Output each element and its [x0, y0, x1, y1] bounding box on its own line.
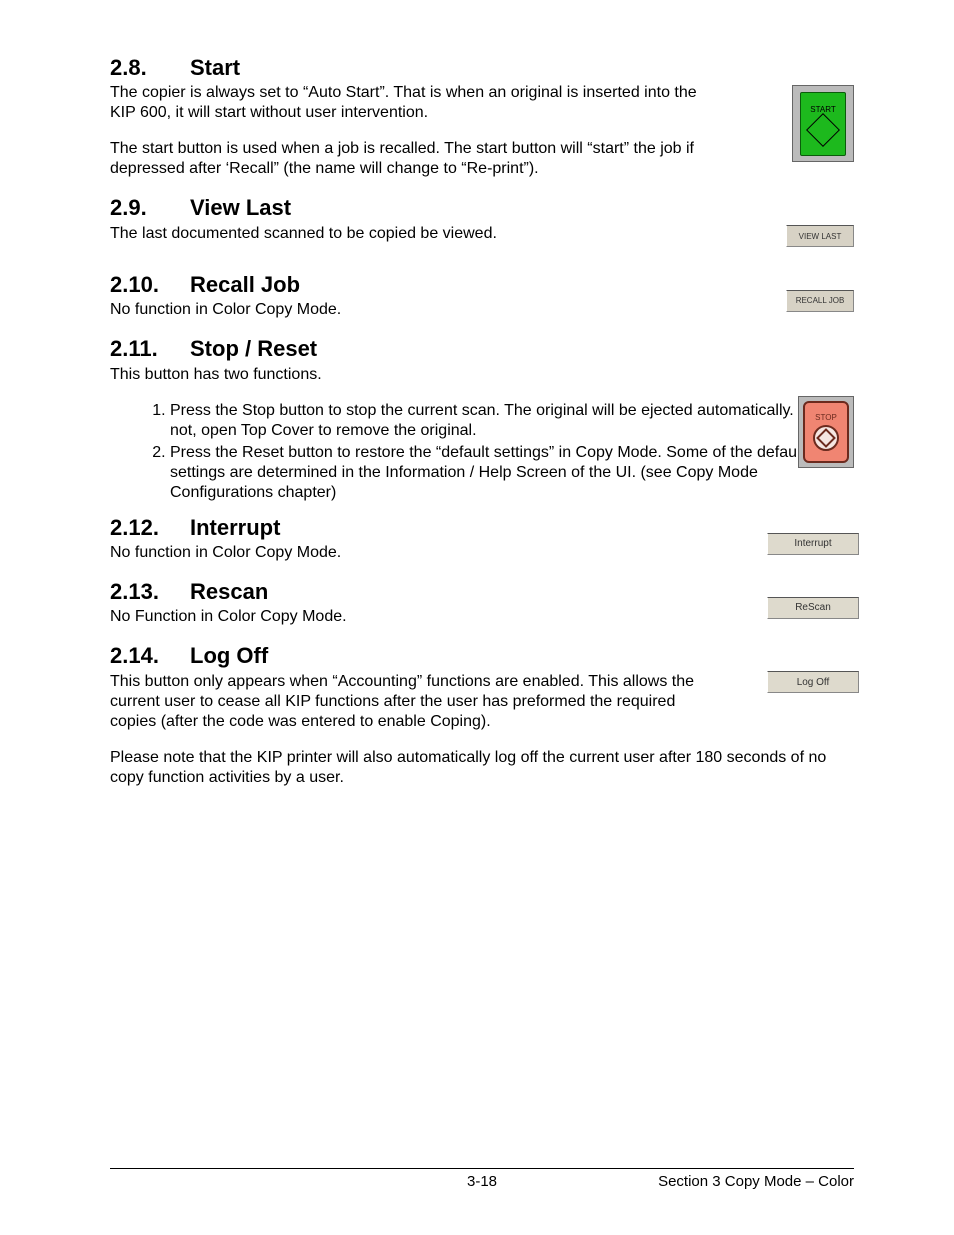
para: This button has two functions.	[110, 365, 700, 385]
heading-stop-reset: 2.11.Stop / Reset	[110, 336, 854, 362]
para: The last documented scanned to be copied…	[110, 224, 700, 244]
para: This button only appears when “Accountin…	[110, 672, 700, 732]
heading-title: Stop / Reset	[190, 336, 317, 361]
para: No function in Color Copy Mode.	[110, 543, 700, 563]
heading-number: 2.10.	[110, 272, 190, 298]
footer-section: Section 3 Copy Mode – Color	[658, 1173, 854, 1190]
para: The start button is used when a job is r…	[110, 139, 700, 179]
section-start: 2.8.Start The copier is always set to “A…	[110, 55, 854, 179]
heading-title: View Last	[190, 195, 291, 220]
page-footer: 3-18 Section 3 Copy Mode – Color	[110, 1168, 854, 1190]
para: The copier is always set to “Auto Start”…	[110, 83, 700, 123]
recall-job-button-label: RECALL JOB	[796, 296, 845, 305]
list-item: Press the Reset button to restore the “d…	[170, 443, 854, 503]
heading-number: 2.12.	[110, 515, 190, 541]
section-recall-job: 2.10.Recall Job No function in Color Cop…	[110, 272, 854, 320]
heading-number: 2.9.	[110, 195, 190, 221]
interrupt-button-label: Interrupt	[794, 538, 831, 549]
section-stop-reset: 2.11.Stop / Reset This button has two fu…	[110, 336, 854, 502]
heading-recall-job: 2.10.Recall Job	[110, 272, 854, 298]
heading-number: 2.11.	[110, 336, 190, 362]
log-off-button-label: Log Off	[797, 677, 830, 688]
para: No Function in Color Copy Mode.	[110, 607, 700, 627]
stop-button-inner: STOP	[803, 401, 849, 463]
stop-icon	[813, 425, 839, 451]
log-off-button-image: Log Off	[767, 671, 859, 693]
start-button-image: START	[792, 85, 854, 162]
para: Please note that the KIP printer will al…	[110, 748, 854, 788]
heading-number: 2.14.	[110, 643, 190, 669]
heading-number: 2.13.	[110, 579, 190, 605]
heading-title: Interrupt	[190, 515, 280, 540]
stop-button-label: STOP	[815, 413, 837, 422]
heading-start: 2.8.Start	[110, 55, 854, 81]
heading-log-off: 2.14.Log Off	[110, 643, 854, 669]
list-item: Press the Stop button to stop the curren…	[170, 401, 854, 441]
rescan-button-label: ReScan	[795, 602, 831, 613]
start-button-inner: START	[800, 92, 846, 156]
recall-job-button-image: RECALL JOB	[786, 290, 854, 312]
stop-button-image: STOP	[798, 396, 854, 468]
interrupt-button-image: Interrupt	[767, 533, 859, 555]
heading-title: Rescan	[190, 579, 268, 604]
footer-page-number: 3-18	[467, 1173, 497, 1190]
section-view-last: 2.9.View Last The last documented scanne…	[110, 195, 854, 243]
stop-reset-list: Press the Stop button to stop the curren…	[110, 401, 854, 503]
rescan-button-image: ReScan	[767, 597, 859, 619]
heading-title: Start	[190, 55, 240, 80]
section-log-off: 2.14.Log Off This button only appears wh…	[110, 643, 854, 787]
heading-rescan: 2.13.Rescan	[110, 579, 854, 605]
para: No function in Color Copy Mode.	[110, 300, 700, 320]
section-rescan: 2.13.Rescan No Function in Color Copy Mo…	[110, 579, 854, 627]
view-last-button-label: VIEW LAST	[799, 232, 842, 241]
heading-number: 2.8.	[110, 55, 190, 81]
diamond-icon	[806, 113, 840, 147]
heading-view-last: 2.9.View Last	[110, 195, 854, 221]
section-interrupt: 2.12.Interrupt No function in Color Copy…	[110, 515, 854, 563]
view-last-button-image: VIEW LAST	[786, 225, 854, 247]
heading-title: Recall Job	[190, 272, 300, 297]
heading-title: Log Off	[190, 643, 268, 668]
heading-interrupt: 2.12.Interrupt	[110, 515, 854, 541]
